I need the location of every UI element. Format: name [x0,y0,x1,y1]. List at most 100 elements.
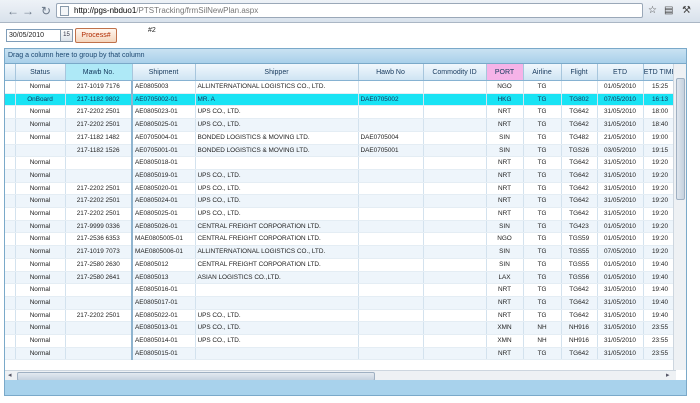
row-indicator[interactable] [5,283,16,297]
table-row[interactable]: Normal 217-2202 2501 AE0805020-01 UPS CO., … [5,182,678,196]
table-row[interactable]: Normal AE0805016-01 NRT TG TG642 31/05/2010 19… [5,283,678,297]
row-indicator[interactable] [5,220,16,234]
row-indicator[interactable] [5,131,16,145]
grid-cell: TG802 [561,93,598,107]
table-row[interactable]: Normal 217-2202 2501 AE0805025-01 UPS CO., … [5,207,678,221]
column-header-etd-time[interactable]: ETD TIME [643,64,678,81]
grid-cell: UPS CO., LTD. [195,334,359,348]
grid-cell: Normal [15,169,66,183]
row-indicator[interactable] [5,347,16,361]
table-row[interactable]: Normal 217-1182 1482 AE0705004-01 BONDED LO… [5,131,678,145]
grid-cell: NRT [486,169,524,183]
row-indicator[interactable] [5,232,16,247]
row-indicator[interactable] [5,309,16,323]
grid-cell: 217-2202 2501 [65,182,133,196]
column-header-flight[interactable]: Flight [561,64,598,81]
table-row[interactable]: Normal 217-2202 2501 AE0805023-01 UPS CO., … [5,105,678,120]
row-indicator[interactable] [5,105,16,120]
grid-cell [423,309,487,323]
grid-cell: Normal [15,283,66,297]
grid-cell [195,156,359,170]
grid-cell: 217-2202 2501 [65,105,133,120]
date-input[interactable]: 30/05/2010 [6,29,62,42]
vertical-scroll-thumb[interactable] [676,78,685,200]
table-row[interactable]: Normal 217-2202 2501 AE0805025-01 UPS CO., … [5,118,678,132]
tools-menu-icon[interactable]: ⚒ [682,4,691,18]
row-indicator[interactable] [5,169,16,183]
page-menu-icon[interactable]: ▤ [664,4,673,18]
row-indicator[interactable] [5,182,16,196]
column-header-airline[interactable]: Airline [523,64,562,81]
grid-cell: NRT [486,118,524,132]
table-row[interactable]: Normal 217-2580 2641 AE0805013 ASIAN LOGIST… [5,271,678,285]
grid-cell: TG [523,169,562,183]
grid-cell [423,258,487,272]
address-bar[interactable]: http://pgs-nbduo1/PTSTracking/frmSilNewP… [56,3,643,18]
column-header-etd[interactable]: ETD [597,64,644,81]
vertical-scrollbar[interactable] [673,64,686,370]
table-row[interactable]: Normal 217-2202 2501 AE0805022-01 UPS CO., … [5,309,678,323]
column-header-mawb-no[interactable]: Mawb No. [65,64,133,81]
row-indicator[interactable] [5,334,16,348]
grid-cell [423,207,487,221]
table-row[interactable]: Normal 217-2536 6353 MAE0805005-01 CENTRAL … [5,232,678,247]
row-indicator[interactable] [5,156,16,170]
table-row[interactable]: OnBoard 217-1182 9802 AE0705002-01 MR. A DAE… [5,93,678,107]
grid-cell [423,347,487,361]
column-header-shipment[interactable]: Shipment [132,64,196,81]
grid-cell: 03/05/2010 [597,144,644,158]
row-indicator[interactable] [5,93,16,107]
grid-cell: TG642 [561,156,598,170]
table-row[interactable]: Normal 217-1019 7073 MAE0805006-01 ALLINTER… [5,245,678,259]
row-indicator[interactable] [5,296,16,310]
grid-cell [423,194,487,209]
grid-cell: NGO [486,80,524,94]
table-row[interactable]: Normal 217-9999 0336 AE0805026-01 CENTRAL F… [5,220,678,234]
row-indicator[interactable] [5,207,16,221]
refresh-icon[interactable]: ↻ [38,3,54,19]
browser-toolbar: ← → ↻ http://pgs-nbduo1/PTSTracking/frmS… [0,0,700,23]
grid-cell: UPS CO., LTD. [195,105,359,120]
column-header-hawb-no[interactable]: Hawb No [358,64,424,81]
column-header-port[interactable]: PORT [486,64,524,81]
row-indicator[interactable] [5,321,16,336]
grid-cell: 217-9999 0336 [65,220,133,234]
table-row[interactable]: Normal 217-2202 2501 AE0805024-01 UPS CO., … [5,194,678,209]
grid-cell: NRT [486,182,524,196]
star-icon[interactable]: ☆ [648,4,657,18]
table-row[interactable]: Normal AE0805019-01 UPS CO., LTD. NRT TG TG64… [5,169,678,183]
table-row[interactable]: 217-1182 1526 AE0705001-01 BONDED LOGISTIC… [5,144,678,158]
process-button[interactable]: Process# [75,28,117,43]
column-header-commodity-id[interactable]: Commodity ID [423,64,487,81]
row-indicator[interactable] [5,194,16,209]
row-indicator[interactable] [5,258,16,272]
forward-arrow-icon[interactable]: → [20,3,36,19]
table-row[interactable]: Normal AE0805013-01 UPS CO., LTD. XMN NH NH91… [5,321,678,336]
group-by-panel[interactable]: Drag a column here to group by that colu… [5,49,686,64]
column-header-status[interactable]: Status [15,64,66,81]
calendar-icon[interactable]: 15 [60,29,73,42]
grid-cell [423,283,487,297]
row-indicator[interactable] [5,245,16,259]
grid-cell: TG [523,194,562,209]
table-row[interactable]: Normal AE0805018-01 NRT TG TG642 31/05/2010 19… [5,156,678,170]
row-indicator[interactable] [5,80,16,94]
grid-cell [423,232,487,247]
table-row[interactable]: Normal AE0805014-01 UPS CO., LTD. XMN NH NH91… [5,334,678,348]
table-row[interactable]: Normal 217-2580 2630 AE0805012 CENTRAL FREI… [5,258,678,272]
grid-cell: AE0705002-01 [132,93,196,107]
grid-cell: TG [523,245,562,259]
process-number-label: #2 [148,27,156,34]
table-row[interactable]: Normal 217-1019 7176 AE0805003 ALLINTERNATI… [5,80,678,94]
table-row[interactable]: Normal AE0805015-01 NRT TG TG642 31/05/2010 23… [5,347,678,361]
grid-cell: 217-2580 2630 [65,258,133,272]
grid-cell: 31/05/2010 [597,156,644,170]
back-arrow-icon[interactable]: ← [5,3,21,19]
grid-cell: Normal [15,194,66,209]
row-indicator[interactable] [5,144,16,158]
row-indicator[interactable] [5,118,16,132]
table-row[interactable]: Normal AE0805017-01 NRT TG TG642 31/05/2010 19… [5,296,678,310]
grid-cell: 31/05/2010 [597,118,644,132]
column-header-shipper[interactable]: Shipper [195,64,359,81]
row-indicator[interactable] [5,271,16,285]
